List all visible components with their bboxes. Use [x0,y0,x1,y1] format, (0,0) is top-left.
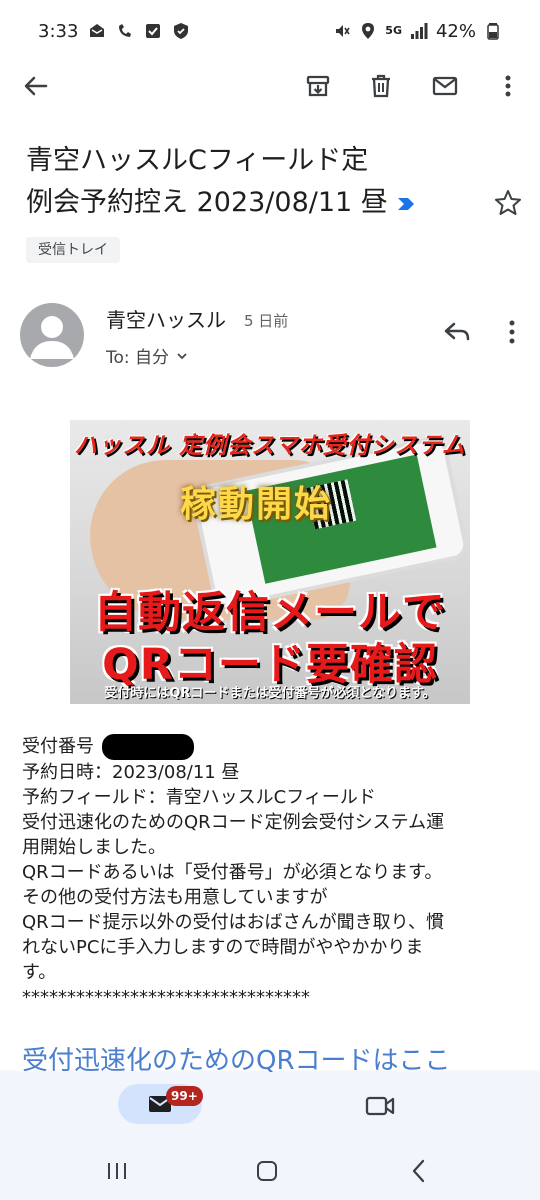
email-subject: 青空ハッスルCフィールド定 例会予約控え 2023/08/11 昼 [26,140,456,224]
battery-percent: 42% [435,20,476,42]
bottom-navigation: 99+ [0,1072,540,1140]
banner-note: 受付時にはQRコードまたは受付番号が必須となります。 [104,686,436,701]
body-line: QRコードあるいは「受付番号」が必須となります。 [22,862,443,883]
shield-icon [172,22,190,40]
subject-line-2-text: 例会予約控え 2023/08/11 昼 [26,187,388,218]
body-separator: ******************************** [22,987,310,1008]
subject-line-2: 例会予約控え 2023/08/11 昼 [26,182,456,224]
subject-line-1: 青空ハッスルCフィールド定 [26,145,369,176]
archive-icon[interactable] [302,70,334,102]
status-bar: 3:33 5G 42% [0,0,540,62]
checkbox-icon [144,22,162,40]
reply-icon[interactable] [441,316,473,348]
body-line: 予約日時：2023/08/11 昼 [22,762,240,783]
recipient-line[interactable]: To: 自分 [106,343,189,368]
body-line-reception-number: 受付番号 [22,734,522,760]
back-arrow-icon[interactable] [20,70,52,102]
recent-apps-icon[interactable] [102,1156,132,1186]
importance-marker-icon[interactable] [396,194,416,214]
delete-icon[interactable] [365,70,397,102]
location-icon [359,22,377,40]
wifi-calling-icon [116,22,134,40]
status-left: 3:33 [38,21,190,42]
signal-icon [410,22,428,40]
chevron-down-icon [177,352,187,359]
status-right: 5G 42% [333,21,502,42]
battery-icon [484,22,502,40]
inbox-label-chip[interactable]: 受信トレイ [26,237,120,263]
banner-title: ハッスル 定例会スマホ受付システム [74,433,466,459]
star-icon[interactable] [493,188,523,218]
body-line: す。 [22,962,57,983]
mail-notification-icon [88,22,106,40]
body-line: 用開始しました。 [22,837,166,858]
banner-kado: 稼動開始 [180,484,333,525]
network-type: 5G [385,24,402,37]
sent-time: 5 日前 [244,312,289,330]
status-time: 3:33 [38,20,79,42]
mail-icon[interactable] [429,70,461,102]
body-line: その他の受付方法も用意していますが [22,887,328,908]
sender-name[interactable]: 青空ハッスル [106,304,226,333]
home-icon[interactable] [252,1156,282,1186]
mute-icon [333,22,351,40]
more-vert-icon[interactable] [492,70,524,102]
promo-banner-image: ハッスル 定例会スマホ受付システム 稼動開始 自動返信メールで QRコード要確認… [70,420,470,704]
avatar[interactable] [20,303,84,367]
system-back-icon[interactable] [404,1156,434,1186]
body-line: QRコード提示以外の受付はおばさんが聞き取り、慣 [22,912,444,933]
body-line: 予約フィールド：青空ハッスルCフィールド [22,787,376,808]
recipient-text: To: 自分 [106,348,170,368]
reception-number-label: 受付番号 [22,736,94,757]
meet-video-icon[interactable] [364,1092,396,1120]
unread-badge: 99+ [166,1086,203,1106]
body-line: れないPCに手入力しますので時間がややかかりま [22,937,424,958]
default-avatar-icon [30,316,74,359]
email-body: 受付番号 予約日時：2023/08/11 昼 予約フィールド：青空ハッスルCフィ… [22,734,522,1010]
app-bar [0,62,540,110]
system-navigation-bar [0,1140,540,1200]
message-more-icon[interactable] [498,316,526,348]
body-line: 受付迅速化のためのQRコード定例会受付システム運 [22,812,445,833]
redacted-value [102,734,194,760]
